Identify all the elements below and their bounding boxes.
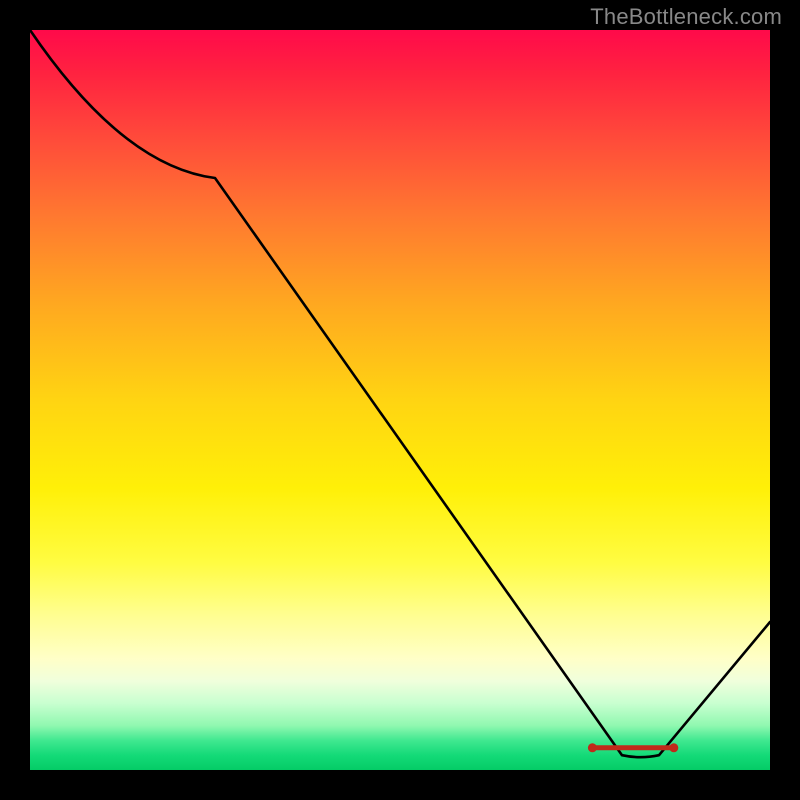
chart-line (30, 30, 770, 757)
chart-overlay (30, 30, 770, 770)
chart-canvas: TheBottleneck.com (0, 0, 800, 800)
attribution-text: TheBottleneck.com (590, 4, 782, 30)
marker-dot-left (588, 743, 597, 752)
marker-dot-right (669, 743, 678, 752)
plot-area (30, 30, 770, 770)
